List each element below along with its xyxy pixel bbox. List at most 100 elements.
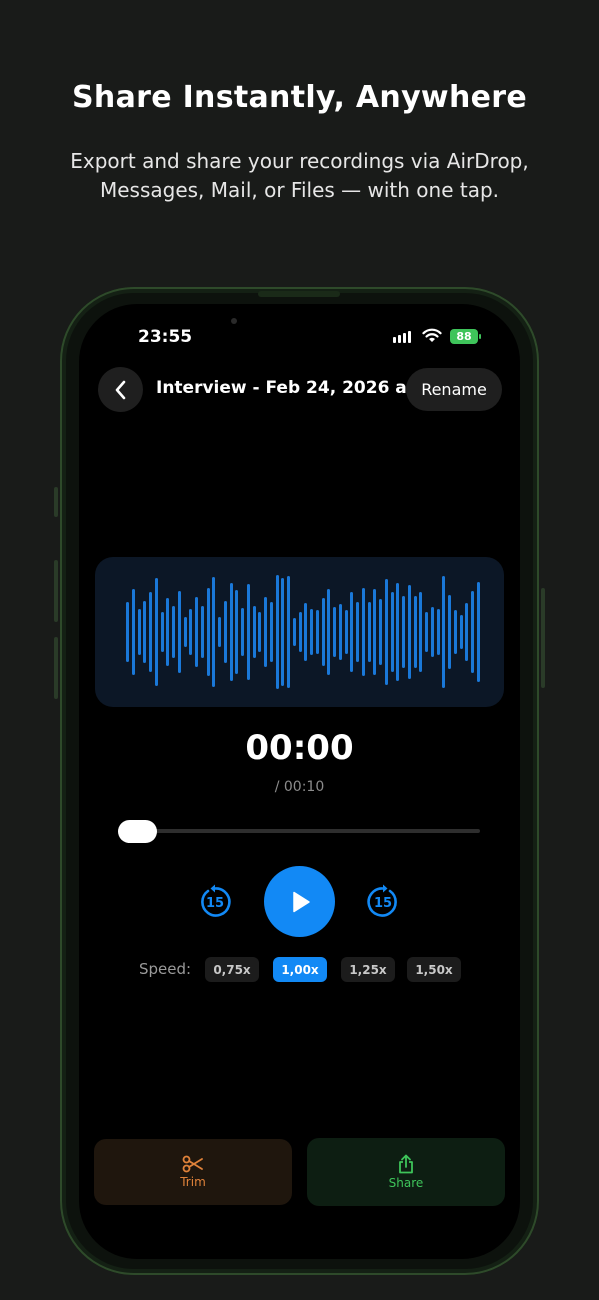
waveform-bar xyxy=(419,592,423,672)
waveform-bar xyxy=(396,583,400,681)
waveform-bar xyxy=(344,610,348,654)
phone-side-button xyxy=(54,487,58,517)
skip-back-15-icon[interactable]: 15 xyxy=(197,883,233,919)
waveform-bar xyxy=(281,578,285,686)
waveform-panel xyxy=(95,557,504,707)
waveform-bar xyxy=(407,585,411,679)
waveform-bar xyxy=(453,610,457,654)
speed-option-1-25x[interactable]: 1,25x xyxy=(341,957,395,982)
waveform-bar xyxy=(327,589,331,675)
waveform-bar xyxy=(131,589,135,675)
waveform-bar xyxy=(235,590,239,674)
waveform-bar xyxy=(177,591,181,673)
share-label: Share xyxy=(388,1176,424,1190)
speed-option-1-00x[interactable]: 1,00x xyxy=(273,957,327,982)
waveform-bar xyxy=(459,615,463,649)
waveform-bar xyxy=(183,617,187,647)
waveform-bar xyxy=(373,589,377,675)
waveform-bar xyxy=(350,592,354,672)
waveform-bar xyxy=(246,584,250,680)
scissors-icon xyxy=(182,1155,203,1173)
waveform-bar xyxy=(137,609,141,655)
current-time: 00:00 xyxy=(245,728,354,768)
chevron-left-icon xyxy=(115,380,125,399)
play-button[interactable] xyxy=(264,866,335,937)
front-camera xyxy=(231,318,237,324)
waveform-bar xyxy=(436,609,440,655)
waveform-bar xyxy=(425,612,428,652)
promo-subline: Export and share your recordings via Air… xyxy=(0,147,599,205)
battery-tip xyxy=(479,334,481,339)
waveform-bar xyxy=(471,591,474,673)
waveform-bar xyxy=(154,578,158,686)
waveform-bar xyxy=(229,583,233,681)
share-button[interactable]: Share xyxy=(307,1138,505,1206)
waveform-bar xyxy=(269,602,273,662)
waveform-bar xyxy=(430,607,434,657)
signal-icon xyxy=(393,331,411,343)
phone-volume-up-button xyxy=(54,560,58,622)
waveform-bar xyxy=(275,575,279,689)
waveform-bar xyxy=(476,582,480,682)
play-icon xyxy=(292,891,310,912)
recording-title: Interview - Feb 24, 2026 at... xyxy=(156,378,435,398)
playback-slider-thumb[interactable] xyxy=(118,820,157,843)
waveform-bar xyxy=(298,612,302,652)
waveform-bar xyxy=(160,612,164,652)
phone-top-speaker xyxy=(258,291,340,297)
waveform-bar xyxy=(304,603,308,661)
promo-subline-line-1: Export and share your recordings via Air… xyxy=(70,149,529,173)
share-icon xyxy=(399,1154,413,1174)
speed-option-0-75x[interactable]: 0,75x xyxy=(205,957,259,982)
waveform-bar xyxy=(287,576,290,688)
total-duration: / 00:10 xyxy=(274,779,325,795)
waveform-bar xyxy=(218,617,221,647)
waveform-bar xyxy=(212,577,216,687)
waveform-bar xyxy=(252,606,256,658)
waveform-bar xyxy=(338,604,342,660)
phone-volume-down-button xyxy=(54,637,58,699)
playback-slider-track[interactable] xyxy=(120,829,480,833)
back-button[interactable] xyxy=(98,367,143,412)
waveform-bar xyxy=(195,597,198,667)
waveform-bar xyxy=(149,592,152,672)
skip-back-label: 15 xyxy=(206,896,224,911)
waveform-bar xyxy=(200,606,204,658)
waveform xyxy=(95,557,504,707)
waveform-bar xyxy=(402,596,405,668)
waveform-bar xyxy=(206,588,210,676)
waveform-bar xyxy=(442,576,446,688)
waveform-bar xyxy=(379,599,382,665)
speed-label: Speed: xyxy=(139,960,192,978)
speed-option-1-50x[interactable]: 1,50x xyxy=(407,957,461,982)
waveform-bar xyxy=(361,588,365,676)
trim-button[interactable]: Trim xyxy=(94,1139,292,1205)
waveform-bar xyxy=(384,579,388,685)
waveform-bar xyxy=(223,601,227,663)
waveform-bar xyxy=(390,592,394,672)
waveform-bar xyxy=(367,602,371,662)
waveform-bar xyxy=(413,596,417,668)
skip-forward-15-icon[interactable]: 15 xyxy=(365,883,401,919)
waveform-bar xyxy=(241,608,244,656)
waveform-bar xyxy=(166,598,170,666)
phone-power-button xyxy=(541,588,545,688)
waveform-bar xyxy=(356,602,359,662)
rename-button[interactable]: Rename xyxy=(406,368,502,411)
status-time: 23:55 xyxy=(138,327,193,347)
waveform-bar xyxy=(292,618,296,646)
promo-subline-line-2: Messages, Mail, or Files — with one tap. xyxy=(99,178,500,202)
waveform-bar xyxy=(264,597,267,667)
waveform-bar xyxy=(189,609,193,655)
waveform-bar xyxy=(333,607,336,657)
battery-icon: 88 xyxy=(450,329,478,344)
promo-headline: Share Instantly, Anywhere xyxy=(72,80,527,115)
waveform-bar xyxy=(321,598,325,666)
waveform-bar xyxy=(310,609,313,655)
waveform-bar xyxy=(448,595,451,669)
waveform-bar xyxy=(465,603,469,661)
waveform-bar xyxy=(172,606,175,658)
waveform-bar xyxy=(126,602,129,662)
trim-label: Trim xyxy=(180,1175,206,1189)
wifi-icon xyxy=(422,328,442,342)
